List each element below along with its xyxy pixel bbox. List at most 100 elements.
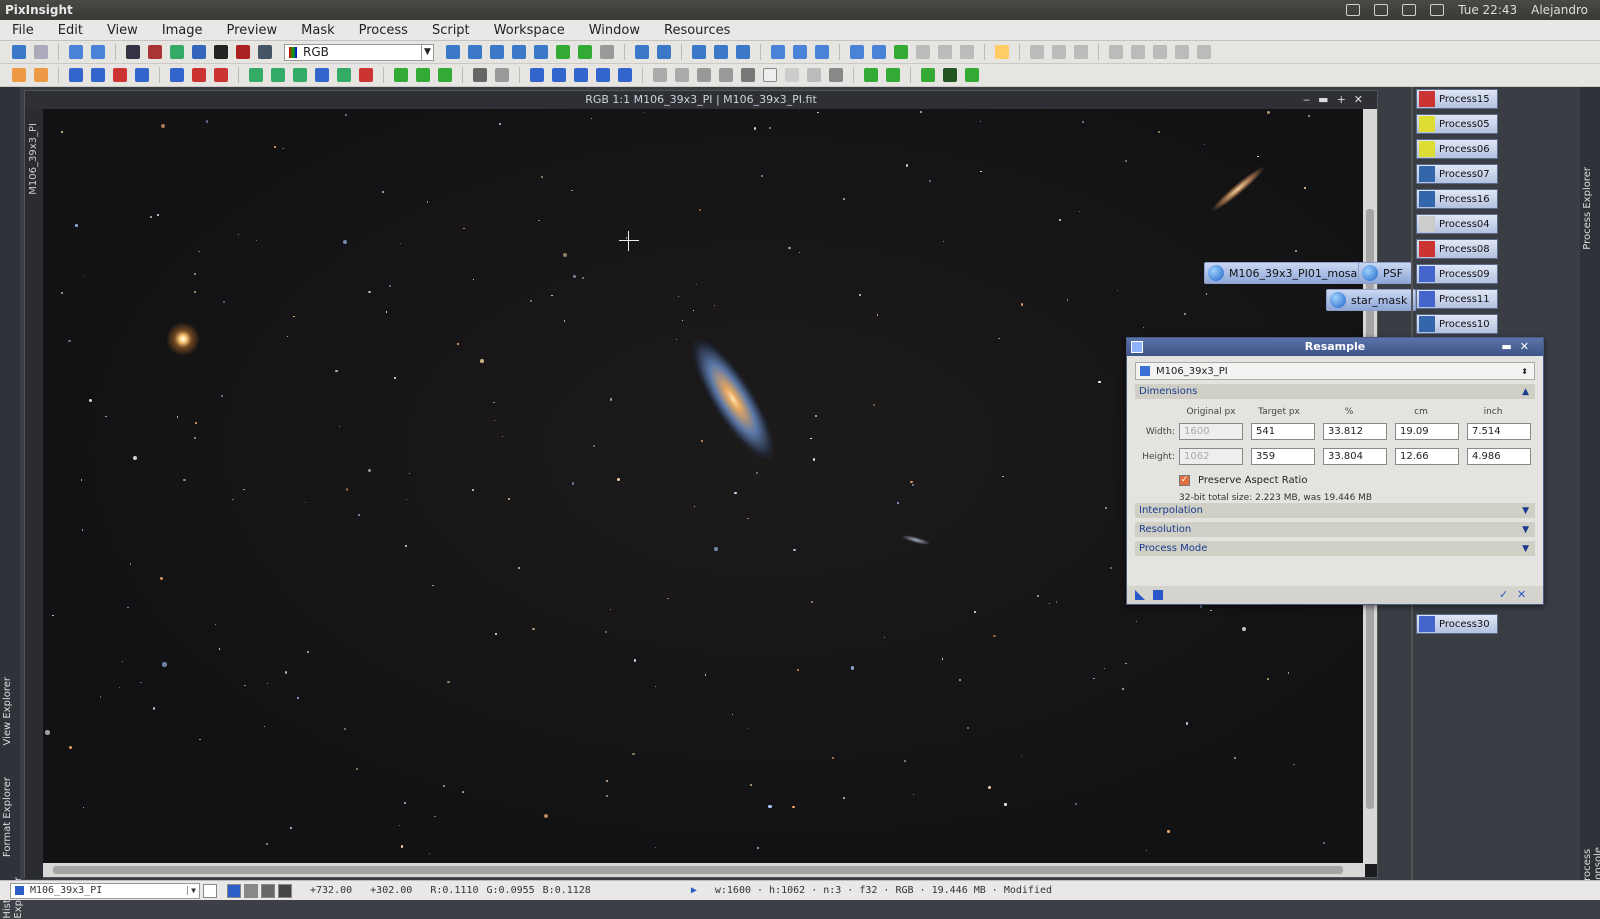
process-icon-08[interactable]: Process08	[1416, 239, 1498, 259]
window-icon[interactable]	[894, 45, 908, 59]
view-color-icon[interactable]	[113, 68, 127, 82]
new-instance-icon[interactable]	[1135, 590, 1145, 600]
zoom-1-1-icon[interactable]	[692, 45, 706, 59]
process-icon-05[interactable]: Process05	[1416, 114, 1498, 134]
zoom-1-2-icon[interactable]	[736, 45, 750, 59]
center-view-icon[interactable]	[815, 45, 829, 59]
red-channel-icon[interactable]	[148, 45, 162, 59]
play-icon[interactable]: ▶	[691, 885, 697, 896]
tab-process-explorer[interactable]: Process Explorer	[1582, 167, 1593, 250]
rotate-icon[interactable]	[1131, 45, 1145, 59]
stf-reset-icon[interactable]	[495, 68, 509, 82]
new-image-icon[interactable]	[69, 45, 83, 59]
section-dimensions[interactable]: Dimensions ▲	[1135, 384, 1535, 399]
pan-icon[interactable]	[490, 45, 504, 59]
process-icon-09[interactable]: Process09	[1416, 264, 1498, 284]
rgb-channel-icon[interactable]	[126, 45, 140, 59]
mirror-h-icon[interactable]	[596, 68, 610, 82]
network-icon[interactable]	[1402, 4, 1417, 16]
dialog-title-bar[interactable]: Resample ▬✕	[1127, 338, 1543, 356]
process-icon-30[interactable]: Process30	[1416, 614, 1498, 634]
luminance-icon[interactable]	[214, 45, 228, 59]
fill-light-icon[interactable]	[785, 68, 799, 82]
image-window-title-bar[interactable]: RGB 1:1 M106_39x3_PI | M106_39x3_PI.fit …	[25, 91, 1377, 109]
menu-file[interactable]: File	[0, 23, 46, 38]
window-close-all-icon[interactable]	[960, 45, 974, 59]
fill-icon[interactable]	[697, 68, 711, 82]
height-percent-field[interactable]: 33.804	[1323, 448, 1387, 465]
clock[interactable]: Tue 22:43	[1458, 3, 1517, 17]
screen-icon[interactable]	[864, 68, 878, 82]
crop-icon[interactable]	[1109, 45, 1123, 59]
window-controls[interactable]: ‒▬+✕	[1303, 91, 1371, 109]
rgb-workspace-icon[interactable]	[359, 68, 373, 82]
process-icon-15[interactable]: Process15	[1416, 89, 1498, 109]
window-minimize-icon[interactable]	[916, 45, 930, 59]
process-icon[interactable]	[1131, 341, 1143, 353]
process-icon-10[interactable]: Process10	[1416, 314, 1498, 334]
mail-icon[interactable]	[1374, 4, 1389, 16]
fill-white-icon[interactable]	[763, 68, 777, 82]
rotate-cw-icon[interactable]	[552, 68, 566, 82]
channel-extract-icon[interactable]	[249, 68, 263, 82]
width-target-field[interactable]: 541	[1251, 423, 1315, 440]
color-mode-select[interactable]: RGB ▼	[284, 43, 434, 61]
mask-apply-icon[interactable]	[170, 68, 184, 82]
image-side-label[interactable]: M106_39x3_PI	[28, 123, 39, 195]
history-redo-icon[interactable]	[34, 68, 48, 82]
section-process-mode[interactable]: Process Mode ▼	[1135, 541, 1535, 556]
tab-format-explorer[interactable]: Format Explorer	[2, 777, 13, 857]
blue-channel-icon[interactable]	[192, 45, 206, 59]
window-tile-icon[interactable]	[872, 45, 886, 59]
clear-icon[interactable]	[675, 68, 689, 82]
volume-icon[interactable]	[1430, 4, 1445, 16]
view-mode-blue-icon[interactable]	[278, 883, 292, 898]
view-info-icon[interactable]	[203, 883, 217, 898]
view-mask-icon[interactable]	[91, 68, 105, 82]
mirror-v-icon[interactable]	[618, 68, 632, 82]
redo-icon[interactable]	[34, 45, 48, 59]
collapse-icon[interactable]: ▲	[1522, 387, 1529, 397]
layer-icon[interactable]	[921, 68, 935, 82]
channel-combine-icon[interactable]	[271, 68, 285, 82]
view-list-select[interactable]: M106_39x3_PI ▼	[10, 882, 200, 899]
dynamic-mode-icon[interactable]	[534, 45, 548, 59]
desktop-icon-mosaic[interactable]: M106_39x3_PI01_mosaic	[1204, 262, 1376, 284]
menu-script[interactable]: Script	[420, 23, 482, 38]
width-inch-field[interactable]: 7.514	[1467, 423, 1531, 440]
view-single-icon[interactable]	[135, 68, 149, 82]
desktop-icon-star-mask[interactable]: star_mask	[1326, 289, 1417, 311]
process-icon-11[interactable]: Process11	[1416, 289, 1498, 309]
mirror-icon[interactable]	[1153, 45, 1167, 59]
expand-icon[interactable]: ▼	[1522, 544, 1529, 554]
view-preview-icon[interactable]	[69, 68, 83, 82]
process-icon-06[interactable]: Process06	[1416, 139, 1498, 159]
reset-icon[interactable]: ✕	[1517, 589, 1527, 600]
dialog-controls[interactable]: ▬✕	[1501, 338, 1537, 356]
tab-view-explorer[interactable]: View Explorer	[2, 677, 13, 746]
user-name[interactable]: Alejandro	[1531, 3, 1588, 17]
preview-mode-icon[interactable]	[512, 45, 526, 59]
menu-preview[interactable]: Preview	[215, 23, 290, 38]
expand-icon[interactable]: ▼	[1522, 506, 1529, 516]
view-mode-red-icon[interactable]	[244, 883, 258, 898]
browse-docs-icon[interactable]	[1481, 590, 1491, 600]
window-restore-icon[interactable]	[938, 45, 952, 59]
window-cascade-icon[interactable]	[850, 45, 864, 59]
section-interpolation[interactable]: Interpolation ▼	[1135, 503, 1535, 518]
mask-invert-icon[interactable]	[1074, 45, 1088, 59]
width-cm-field[interactable]: 19.09	[1395, 423, 1459, 440]
pointer-icon[interactable]	[600, 45, 614, 59]
menu-view[interactable]: View	[95, 23, 150, 38]
checkmark-icon[interactable]: ✓	[1179, 475, 1190, 486]
menu-window[interactable]: Window	[577, 23, 652, 38]
zoom-out-icon[interactable]	[657, 45, 671, 59]
fit-view-icon[interactable]	[771, 45, 785, 59]
bookmark-next-icon[interactable]	[438, 68, 452, 82]
chrominance-icon[interactable]	[236, 45, 250, 59]
edit-preview-icon[interactable]	[556, 45, 570, 59]
apply-global-icon[interactable]	[1153, 590, 1163, 600]
process-icon-16[interactable]: Process16	[1416, 189, 1498, 209]
screen-transfer-icon[interactable]	[995, 45, 1009, 59]
green-channel-icon[interactable]	[170, 45, 184, 59]
